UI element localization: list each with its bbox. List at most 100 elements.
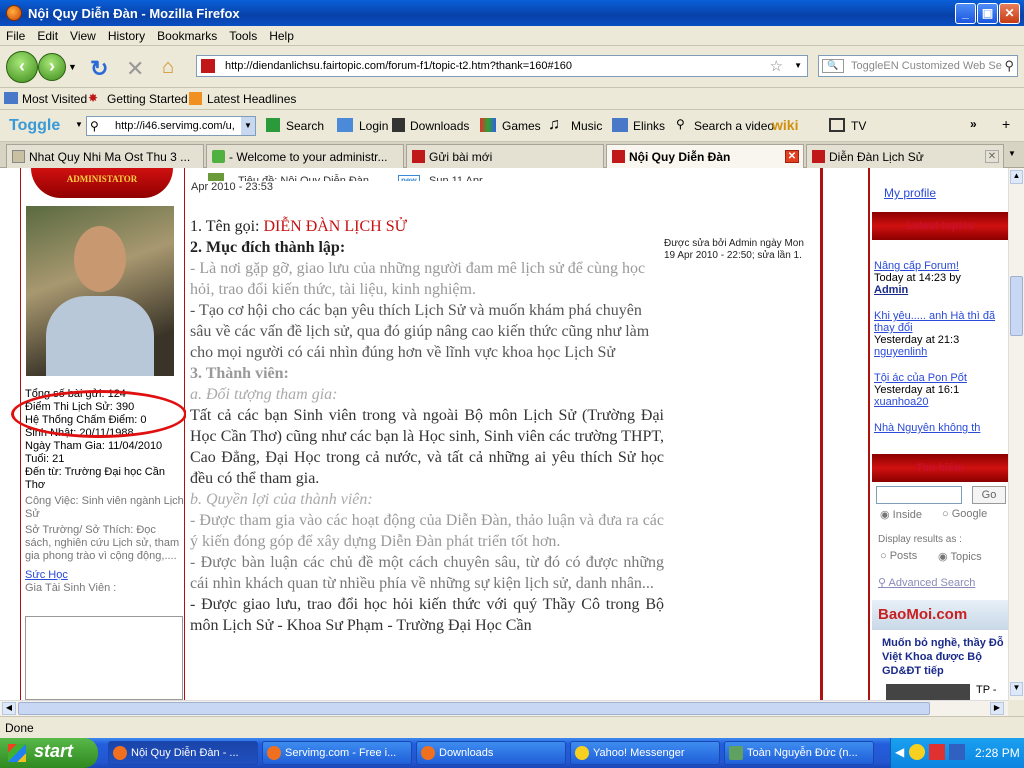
toggle-tv-button[interactable]: TV — [851, 119, 866, 133]
menu-history[interactable]: History — [102, 26, 151, 43]
menu-file[interactable]: File — [0, 26, 31, 43]
overflow-chevron-icon[interactable]: » — [970, 117, 977, 131]
start-label: start — [34, 741, 74, 761]
search-engine-icon[interactable]: 🔍 — [822, 59, 844, 73]
search-icon[interactable]: ⚲ — [1004, 58, 1014, 74]
go-button[interactable]: Go — [972, 486, 1006, 504]
network-tray-icon[interactable] — [949, 744, 965, 760]
url-dropdown-icon[interactable]: ▼ — [794, 61, 802, 70]
topic-user[interactable]: nguyenlinh — [874, 346, 1008, 358]
maximize-button[interactable]: ▣ — [977, 3, 998, 24]
tab-dien-dan-lich-su[interactable]: Diễn Đàn Lịch Sử ✕ — [806, 144, 1004, 168]
tab-welcome-admin[interactable]: - Welcome to your administr... — [206, 144, 404, 168]
menu-tools[interactable]: Tools — [223, 26, 263, 43]
bookmark-getting-started[interactable]: Getting Started — [107, 92, 188, 106]
url-bar[interactable]: http://diendanlichsu.fairtopic.com/forum… — [196, 55, 808, 77]
radio-icon: ○ — [942, 508, 949, 520]
toggle-games-button[interactable]: Games — [502, 119, 541, 133]
inside-option[interactable]: ◉ Inside — [880, 508, 922, 521]
toggle-elinks-button[interactable]: Elinks — [633, 119, 665, 133]
advanced-search-link[interactable]: ⚲ Advanced Search — [878, 576, 975, 589]
google-option[interactable]: ○ Google — [942, 508, 987, 520]
scroll-up-icon[interactable]: ▲ — [1010, 170, 1023, 184]
menu-edit[interactable]: Edit — [31, 26, 64, 43]
topic-user[interactable]: Admin — [874, 284, 1008, 296]
vertical-scrollbar[interactable]: ▲ ▼ — [1008, 168, 1024, 700]
stop-icon: ✕ — [126, 56, 145, 81]
topic-link[interactable]: Tội ác của Pon Pốt — [874, 372, 1008, 384]
window-titlebar[interactable]: Nội Quy Diễn Đàn - Mozilla Firefox _ ▣ ✕ — [0, 0, 1024, 26]
toggle-search-button[interactable]: Search — [286, 119, 324, 133]
menu-help[interactable]: Help — [263, 26, 300, 43]
tray-expand-icon[interactable]: ◀ — [895, 745, 904, 759]
bookmark-latest-headlines[interactable]: Latest Headlines — [207, 92, 296, 106]
topics-option[interactable]: ◉ Topics — [938, 550, 982, 563]
toggle-login-button[interactable]: Login — [359, 119, 388, 133]
section-heading: 2. Mục đích thành lập: — [190, 239, 346, 256]
scroll-right-icon[interactable]: ▶ — [990, 702, 1004, 715]
topic-user[interactable]: xuanhoa20 — [874, 396, 1008, 408]
minimize-icon: _ — [962, 6, 969, 20]
bookmark-most-visited[interactable]: Most Visited — [22, 92, 87, 106]
vertical-scroll-thumb[interactable] — [1010, 276, 1023, 336]
task-yahoo-messenger[interactable]: Yahoo! Messenger — [570, 741, 720, 765]
games-icon — [480, 118, 496, 132]
home-button[interactable]: ⌂ — [162, 56, 174, 79]
task-servimg[interactable]: Servimg.com - Free i... — [262, 741, 412, 765]
toggle-url-text: http://i46.servimg.com/u, — [115, 120, 235, 132]
toggle-downloads-button[interactable]: Downloads — [410, 119, 469, 133]
scroll-down-icon[interactable]: ▼ — [1010, 682, 1023, 696]
topic-link[interactable]: Nâng cấp Forum! — [874, 260, 1008, 272]
add-icon[interactable]: + — [1002, 116, 1010, 132]
sidebar-search-input[interactable] — [876, 486, 962, 504]
stop-button[interactable]: ✕ — [126, 56, 144, 82]
news-headline[interactable]: Muốn bỏ nghề, thầy Đỗ Việt Khoa được Bộ … — [882, 636, 1008, 678]
post-paragraph: - Tạo cơ hội cho các bạn yêu thích Lịch … — [190, 302, 650, 361]
menu-view[interactable]: View — [64, 26, 102, 43]
chevron-down-icon[interactable]: ▼ — [75, 120, 83, 129]
forward-button[interactable]: › — [38, 53, 66, 81]
topic-link[interactable]: Khi yêu..... anh Hà thì đã thay đổi — [874, 310, 1008, 334]
posts-label: Posts — [889, 550, 918, 562]
star-icon[interactable]: ☆ — [770, 57, 783, 75]
minimize-button[interactable]: _ — [955, 3, 976, 24]
horizontal-scroll-thumb[interactable] — [18, 702, 930, 715]
toggle-brand[interactable]: Toggle — [9, 117, 60, 135]
posts-option[interactable]: ○ Posts — [880, 550, 917, 562]
close-button[interactable]: ✕ — [999, 3, 1020, 24]
toggle-search-input[interactable]: ⚲ http://i46.servimg.com/u, ▼ — [86, 116, 256, 136]
search-go-icon — [266, 118, 280, 132]
close-tab-icon[interactable]: ✕ — [785, 150, 799, 163]
tab-nhat-quy[interactable]: Nhat Quy Nhi Ma Ost Thu 3 ... — [6, 144, 204, 168]
toggle-music-button[interactable]: Music — [571, 119, 602, 133]
back-button[interactable]: ‹ — [6, 51, 38, 83]
menu-bookmarks[interactable]: Bookmarks — [151, 26, 223, 43]
task-toan-nguyen[interactable]: Toàn Nguyễn Đức (n... — [724, 741, 874, 765]
tab-list-icon[interactable]: ▼ — [1008, 149, 1016, 158]
close-tab-icon[interactable]: ✕ — [985, 150, 999, 163]
reload-button[interactable]: ↻ — [90, 56, 108, 82]
tab-gui-bai-moi[interactable]: Gửi bài mới — [406, 144, 604, 168]
toggle-wiki-button[interactable]: wiki — [772, 117, 798, 133]
task-firefox-noi-quy[interactable]: Nội Quy Diễn Đàn - ... — [108, 741, 258, 765]
arrow-right-icon: › — [49, 56, 55, 76]
post-header-fill — [186, 181, 820, 201]
tab-noi-quy-dien-dan[interactable]: Nội Quy Diễn Đàn ✕ — [606, 144, 804, 169]
start-button[interactable]: start — [0, 738, 98, 768]
my-profile-link[interactable]: My profile — [884, 186, 936, 200]
toggle-video-button[interactable]: Search a video — [694, 119, 774, 133]
getting-started-icon: ✸ — [88, 91, 99, 105]
clock[interactable]: 2:28 PM — [975, 746, 1020, 760]
radio-icon: ◉ — [938, 551, 948, 563]
scroll-left-icon[interactable]: ◀ — [2, 702, 16, 715]
avatar — [26, 206, 174, 376]
topic-link[interactable]: Nhà Nguyễn không th — [874, 422, 1008, 434]
profile-link[interactable]: Sức Học — [25, 569, 185, 582]
antivirus-tray-icon[interactable] — [929, 744, 945, 760]
yahoo-tray-icon[interactable] — [909, 744, 925, 760]
web-search-box[interactable]: 🔍 ToggleEN Customized Web Se ⚲ — [818, 55, 1018, 77]
horizontal-scrollbar[interactable]: ◀ ▶ — [0, 700, 1008, 716]
task-downloads[interactable]: Downloads — [416, 741, 566, 765]
history-dropdown[interactable]: ▼ — [68, 62, 77, 72]
chevron-down-icon[interactable]: ▼ — [241, 117, 255, 135]
